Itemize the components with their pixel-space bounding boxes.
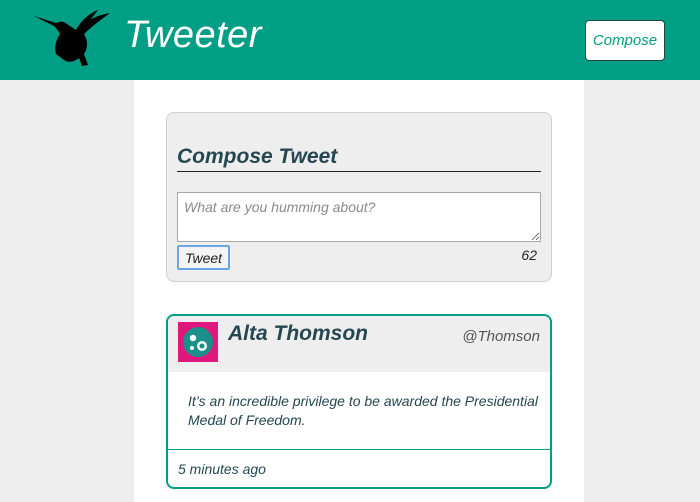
avatar-icon	[178, 322, 218, 362]
tweet-text: It’s an incredible privilege to be award…	[188, 393, 538, 428]
tweet-input[interactable]	[177, 192, 541, 242]
tweet-button[interactable]: Tweet	[177, 245, 230, 270]
compose-title: Compose Tweet	[177, 145, 541, 172]
hummingbird-icon	[34, 10, 110, 66]
tweet-timestamp: 5 minutes ago	[178, 461, 266, 477]
brand-title: Tweeter	[124, 14, 262, 56]
tweet-card: Alta Thomson @Thomson It’s an incredible…	[166, 314, 552, 489]
character-counter: 62	[521, 247, 537, 263]
tweet-author: Alta Thomson	[228, 322, 368, 345]
tweet-header: Alta Thomson @Thomson	[168, 316, 550, 372]
tweet-footer: 5 minutes ago	[168, 449, 550, 487]
compose-button[interactable]: Compose	[585, 20, 665, 61]
compose-tweet-panel: Compose Tweet Tweet 62	[166, 112, 552, 282]
tweet-handle: @Thomson	[462, 328, 540, 345]
navbar: Tweeter Compose	[0, 0, 700, 80]
